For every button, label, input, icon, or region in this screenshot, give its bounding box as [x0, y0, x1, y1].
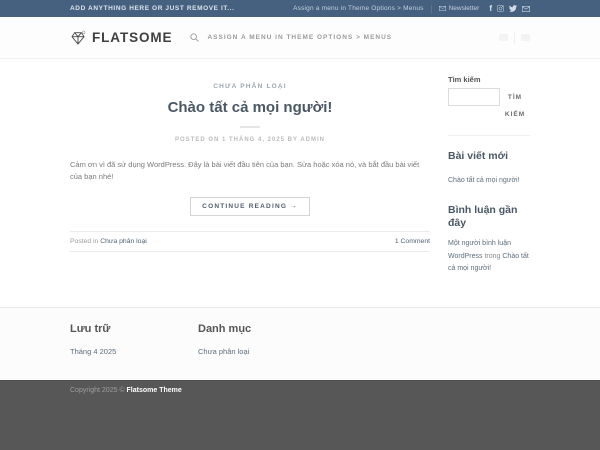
topbar-message: ADD ANYTHING HERE OR JUST REMOVE IT... — [70, 5, 235, 12]
flatsome-gem-icon — [70, 30, 86, 46]
post-meta: POSTED ON 1 THÁNG 4, 2025 BY ADMIN — [70, 137, 430, 143]
cart-divider — [514, 32, 515, 44]
footer-categories-widget: Danh mục Chưa phân loại — [198, 323, 326, 359]
category-footer-link[interactable]: Chưa phân loại — [198, 347, 249, 356]
newsletter-link[interactable]: Newsletter — [439, 5, 480, 12]
comments-link[interactable]: 1 Comment — [395, 238, 430, 245]
post-excerpt: Cảm ơn vì đã sử dụng WordPress. Đây là b… — [70, 159, 430, 184]
posted-in-category-link[interactable]: Chưa phân loại — [100, 238, 147, 245]
recent-posts-title: Bài viết mới — [448, 150, 530, 164]
sidebar-divider — [448, 135, 530, 136]
footer-widgets: Lưu trữ Tháng 4 2025 Danh mục Chưa phân … — [0, 307, 600, 380]
top-bar: ADD ANYTHING HERE OR JUST REMOVE IT... A… — [0, 0, 600, 17]
cart-icon — [521, 34, 530, 41]
recent-post-link[interactable]: Chào tất cả mọi người! — [448, 177, 520, 184]
topbar-divider — [431, 5, 432, 13]
header-menu-prompt[interactable]: ASSIGN A MENU IN THEME OPTIONS > MENUS — [190, 33, 392, 42]
copyright-line: Copyright 2025 © Flatsome Theme — [70, 387, 530, 394]
recent-comment-item: Một người bình luận WordPress trong Chào… — [448, 238, 530, 276]
cart-total-placeholder — [499, 34, 508, 41]
logo-text: FLATSOME — [92, 30, 172, 45]
title-divider — [240, 126, 260, 128]
sidebar-search-input[interactable] — [448, 88, 500, 106]
copyright-brand-link[interactable]: Flatsome Theme — [127, 387, 182, 394]
archives-title: Lưu trữ — [70, 323, 198, 335]
continue-reading-button[interactable]: CONTINUE READING → — [190, 197, 310, 216]
comment-connector: trong — [484, 253, 500, 260]
posted-in-prefix: Posted in — [70, 238, 98, 245]
post-footer-bar: Posted in Chưa phân loại 1 Comment — [70, 231, 430, 252]
copyright-prefix: Copyright 2025 © — [70, 387, 125, 394]
blog-post-column: CHƯA PHÂN LOẠI Chào tất cả mọi người! PO… — [70, 75, 430, 276]
site-logo[interactable]: FLATSOME — [70, 30, 172, 46]
posted-in: Posted in Chưa phân loại — [70, 238, 147, 245]
archive-link[interactable]: Tháng 4 2025 — [70, 347, 116, 356]
email-icon[interactable] — [522, 6, 530, 12]
menu-prompt-label: ASSIGN A MENU IN THEME OPTIONS > MENUS — [207, 34, 392, 41]
envelope-icon — [439, 6, 446, 11]
categories-title: Danh mục — [198, 323, 326, 335]
post-category-link[interactable]: CHƯA PHÂN LOẠI — [213, 83, 287, 90]
post-title: Chào tất cả mọi người! — [70, 99, 430, 117]
cart-area[interactable] — [499, 32, 530, 44]
instagram-icon[interactable] — [497, 5, 504, 12]
topbar-menu-link[interactable]: Assign a menu in Theme Options > Menus — [293, 5, 424, 12]
sidebar-search-button[interactable]: TÌM KIẾM — [500, 88, 530, 124]
facebook-icon[interactable]: f — [489, 5, 492, 13]
main-content: CHƯA PHÂN LOẠI Chào tất cả mọi người! PO… — [0, 59, 600, 307]
newsletter-label: Newsletter — [449, 5, 480, 12]
sidebar: Tìm kiếm TÌM KIẾM Bài viết mới Chào tất … — [448, 75, 530, 276]
recent-comments-title: Bình luận gần đây — [448, 204, 530, 231]
twitter-icon[interactable] — [509, 5, 517, 12]
site-header: FLATSOME ASSIGN A MENU IN THEME OPTIONS … — [0, 17, 600, 59]
search-widget-label: Tìm kiếm — [448, 75, 530, 84]
absolute-footer: Copyright 2025 © Flatsome Theme — [0, 380, 600, 450]
search-icon — [190, 33, 199, 42]
footer-archives-widget: Lưu trữ Tháng 4 2025 — [70, 323, 198, 359]
